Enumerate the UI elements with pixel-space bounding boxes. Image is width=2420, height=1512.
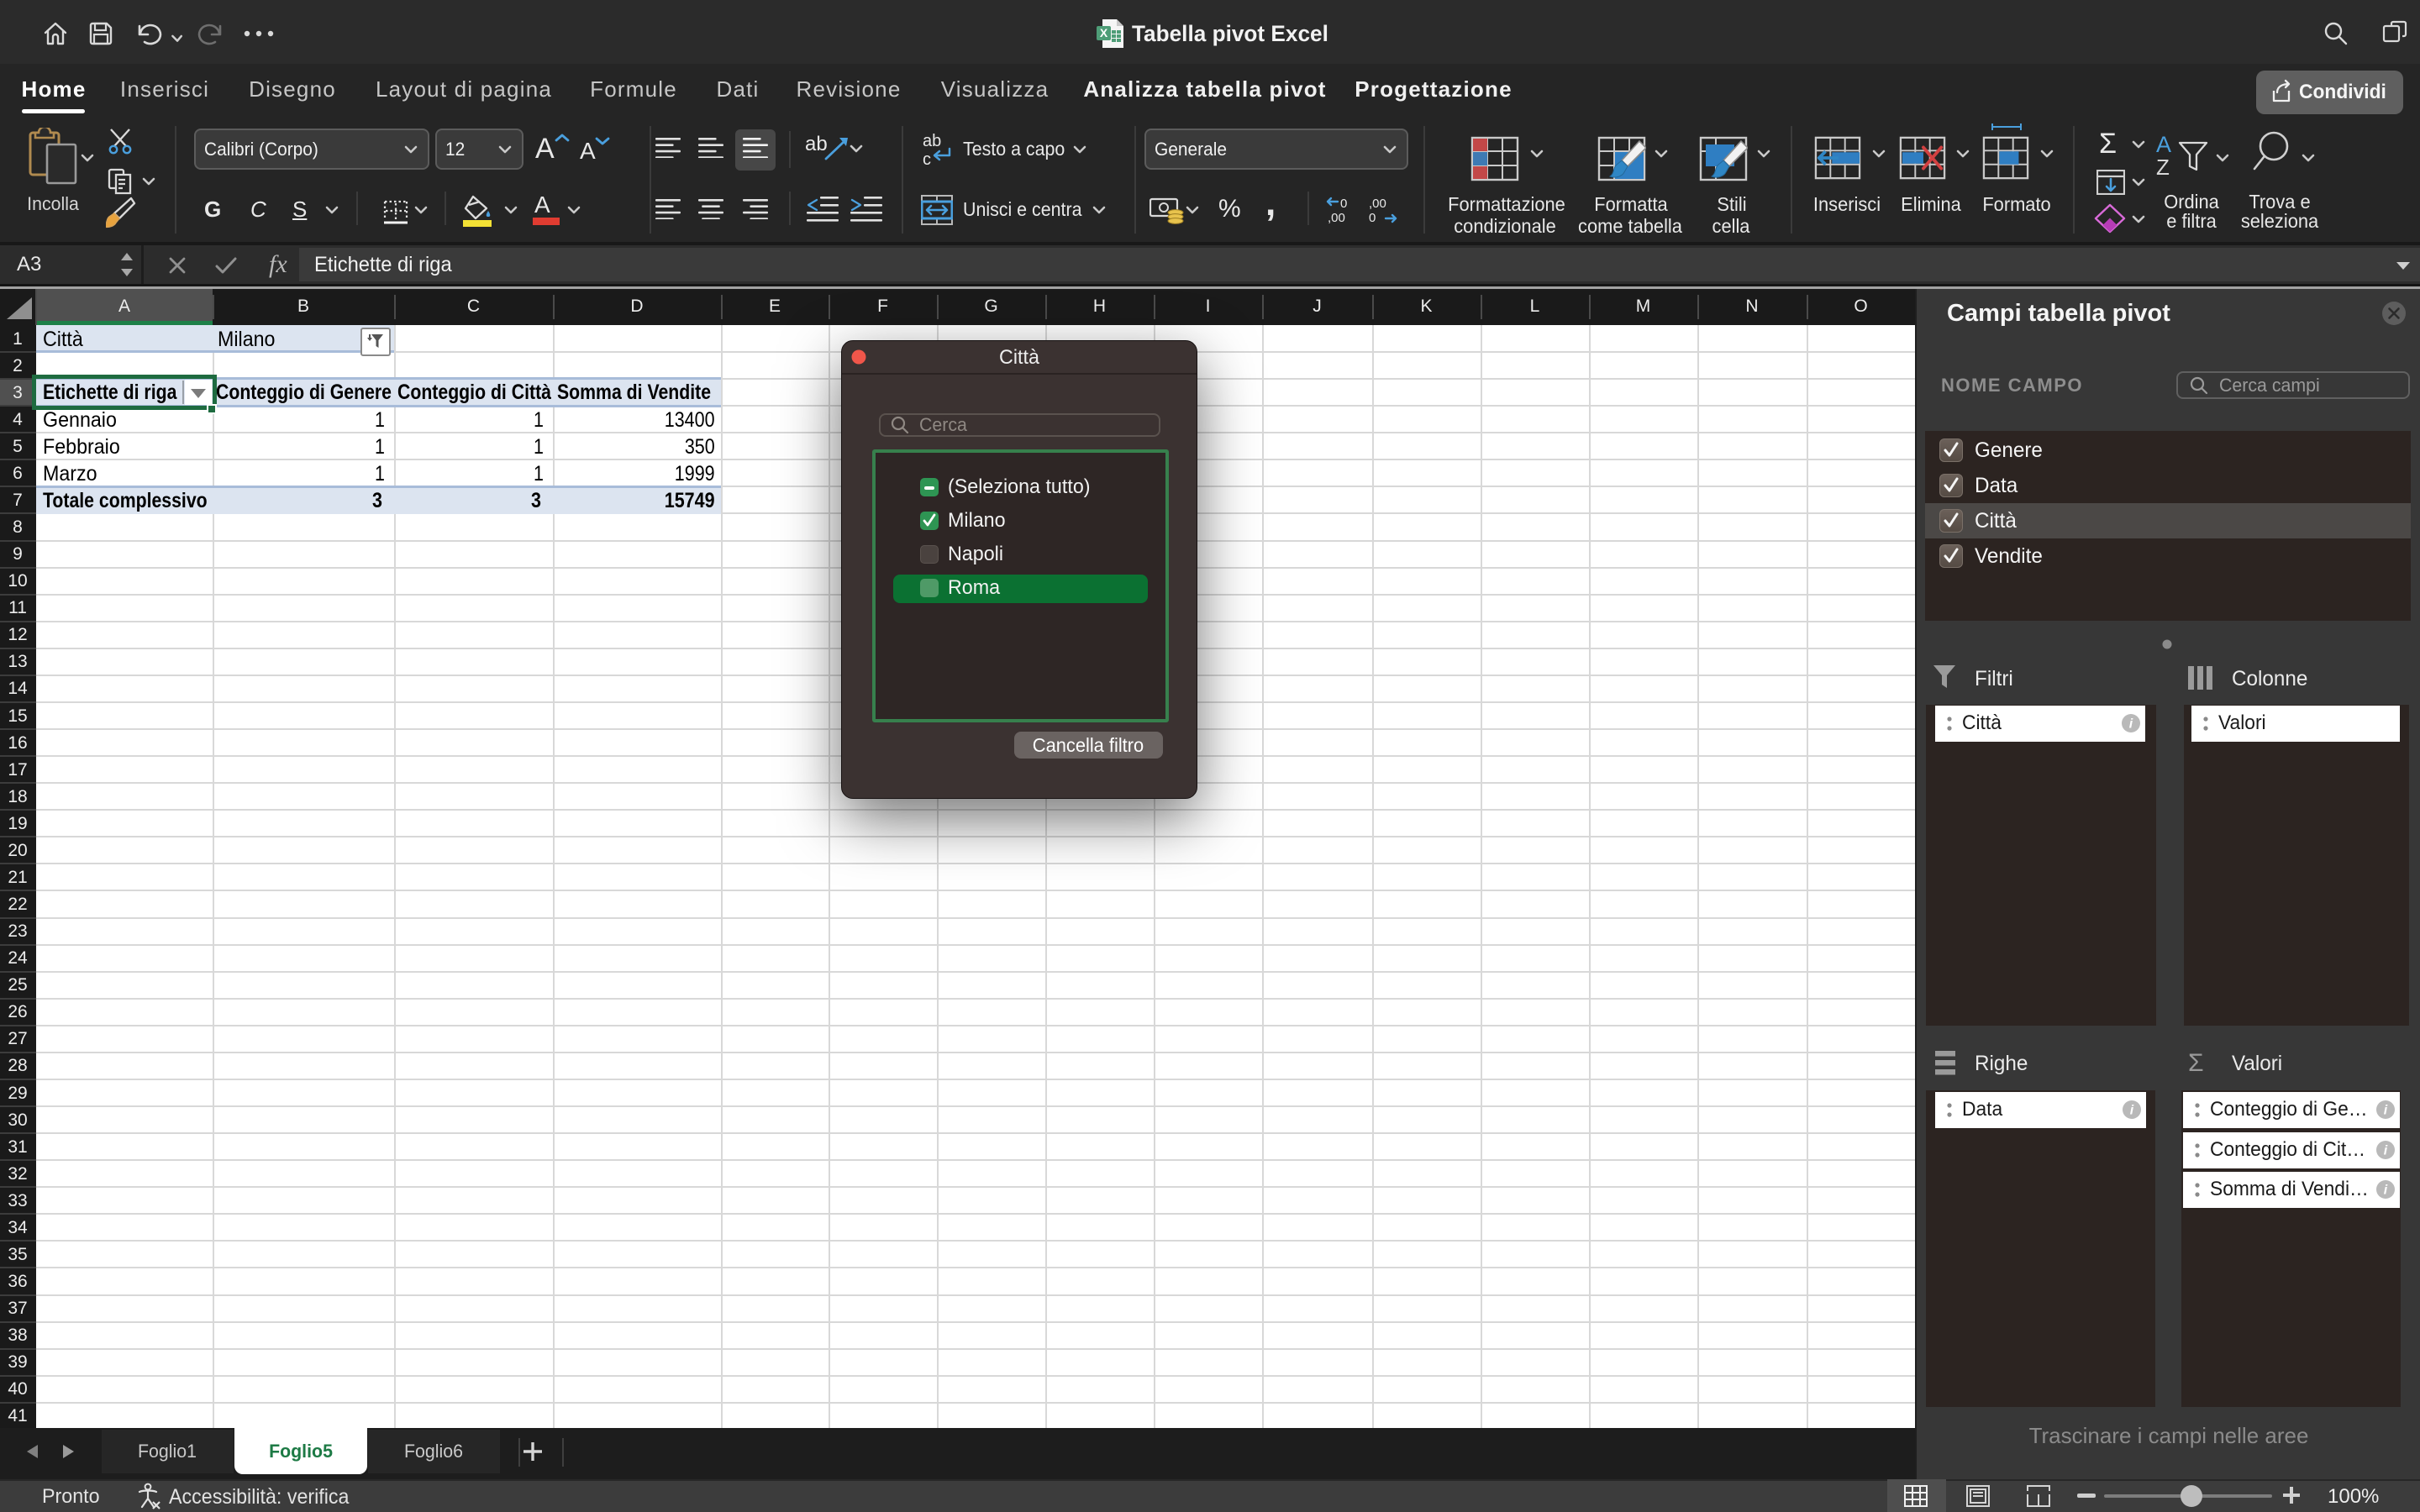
svg-text:0: 0 xyxy=(1369,211,1376,223)
svg-text:,00: ,00 xyxy=(1369,197,1386,211)
svg-text:i: i xyxy=(2384,1184,2388,1198)
svg-text:i: i xyxy=(2130,1104,2134,1118)
svg-text:X: X xyxy=(1100,26,1108,39)
svg-text:i: i xyxy=(2384,1104,2388,1118)
svg-text:c: c xyxy=(923,150,931,168)
svg-text:0: 0 xyxy=(1340,197,1347,211)
svg-text:i: i xyxy=(2384,1144,2388,1158)
svg-text:i: i xyxy=(2129,717,2133,732)
svg-text:ab: ab xyxy=(923,132,941,150)
svg-text:,00: ,00 xyxy=(1328,211,1345,223)
